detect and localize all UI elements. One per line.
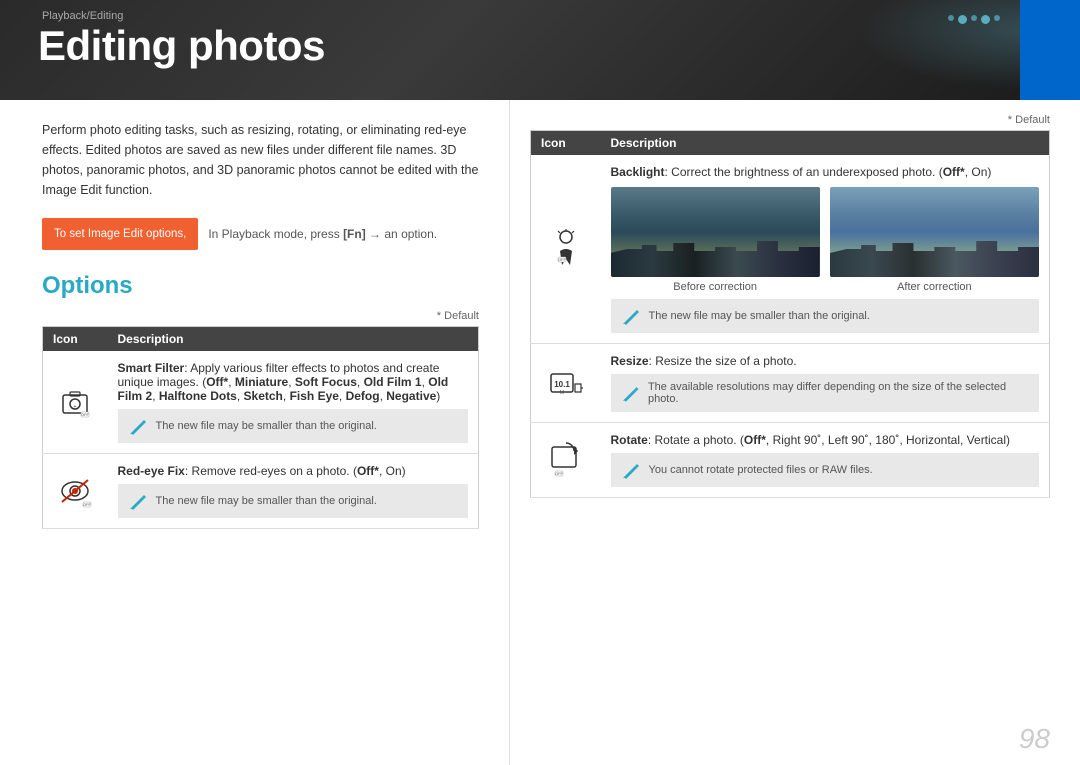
right-col-desc: Description xyxy=(601,131,1050,156)
options-table: Icon Description + xyxy=(42,326,479,529)
resize-icon: 10.1 M xyxy=(541,364,591,402)
rotate-icon-cell: OFF xyxy=(531,423,601,498)
after-caption: After correction xyxy=(897,281,972,293)
backlight-note: The new file may be smaller than the ori… xyxy=(611,299,1040,333)
redeye-off: Off* xyxy=(357,464,379,478)
backlight-note-text: The new file may be smaller than the ori… xyxy=(649,310,870,322)
rotate-note-text: You cannot rotate protected files or RAW… xyxy=(649,464,873,476)
right-table: Icon Description xyxy=(530,130,1050,498)
page-title: Editing photos xyxy=(38,22,325,70)
redeye-desc: Red-eye Fix: Remove red-eyes on a photo.… xyxy=(108,454,479,529)
tip-instruction: In Playback mode, press [Fn] → an option… xyxy=(208,227,479,241)
left-column: Perform photo editing tasks, such as res… xyxy=(0,100,510,765)
table-row: OFF Backlight: Correct the brightness of… xyxy=(531,155,1050,344)
dot-5 xyxy=(994,15,1000,21)
tip-box[interactable]: To set Image Edit options, xyxy=(42,218,198,250)
options-default-note: * Default xyxy=(42,310,479,322)
resize-desc: Resize: Resize the size of a photo. The … xyxy=(601,344,1050,423)
redeye-icon-cell: OFF xyxy=(43,454,108,529)
backlight-label: Backlight xyxy=(611,165,665,179)
note-pen-icon xyxy=(128,416,148,436)
smart-filter-note: The new file may be smaller than the ori… xyxy=(118,409,469,443)
rotate-off: Off* xyxy=(744,433,766,447)
rotate-desc: Rotate: Rotate a photo. (Off*, Right 90˚… xyxy=(601,423,1050,498)
note-pen-icon-4 xyxy=(621,383,640,403)
right-column: * Default Icon Description xyxy=(510,100,1080,765)
smart-filter-icon: + OFF xyxy=(53,386,98,418)
right-default-note: * Default xyxy=(530,114,1050,126)
resize-icon-cell: 10.1 M xyxy=(531,344,601,423)
options-col-desc: Description xyxy=(108,327,479,352)
smart-filter-icon-cell: + OFF xyxy=(43,351,108,454)
options-col-icon: Icon xyxy=(43,327,108,352)
note-pen-icon-2 xyxy=(128,491,148,511)
resize-label: Resize xyxy=(611,354,649,368)
backlight-icon: OFF xyxy=(541,229,591,269)
page-number: 98 xyxy=(1019,723,1050,755)
tip-row: To set Image Edit options, In Playback m… xyxy=(42,218,479,250)
svg-text:OFF: OFF xyxy=(558,257,567,262)
note-pen-icon-3 xyxy=(621,306,641,326)
redeye-label: Red-eye Fix xyxy=(118,464,185,478)
dot-3 xyxy=(971,15,977,21)
svg-text:OFF: OFF xyxy=(555,471,564,476)
resize-note: The available resolutions may differ dep… xyxy=(611,374,1040,412)
backlight-icon-cell: OFF xyxy=(531,155,601,344)
header-bar: Playback/Editing Editing photos xyxy=(0,0,1080,100)
before-caption: Before correction xyxy=(673,281,757,293)
svg-text:OFF: OFF xyxy=(81,412,90,417)
svg-text:10.1: 10.1 xyxy=(554,380,570,389)
resize-note-text: The available resolutions may differ dep… xyxy=(648,381,1029,405)
main-content: Perform photo editing tasks, such as res… xyxy=(0,100,1080,765)
breadcrumb: Playback/Editing xyxy=(42,10,123,22)
after-photo-box: After correction xyxy=(830,187,1039,293)
backlight-desc: Backlight: Correct the brightness of an … xyxy=(601,155,1050,344)
intro-text: Perform photo editing tasks, such as res… xyxy=(42,120,479,200)
smart-filter-label: Smart Filter xyxy=(118,361,185,375)
before-photo-box: Before correction xyxy=(611,187,820,293)
svg-text:OFF: OFF xyxy=(83,502,92,507)
photo-comparison: Before correction After correction xyxy=(611,187,1040,293)
right-col-icon: Icon xyxy=(531,131,601,156)
dot-1 xyxy=(948,15,954,21)
dot-4 xyxy=(981,15,990,24)
rotate-note: You cannot rotate protected files or RAW… xyxy=(611,453,1040,487)
table-row: OFF Red-eye Fix: Remove red-eyes on a ph… xyxy=(43,454,479,529)
after-photo xyxy=(830,187,1039,277)
decorative-dots xyxy=(948,15,1000,24)
dot-2 xyxy=(958,15,967,24)
rotate-label: Rotate xyxy=(611,433,648,447)
rotate-icon: OFF xyxy=(541,439,591,481)
table-row: 10.1 M Resize: Resize the size of a phot… xyxy=(531,344,1050,423)
smart-filter-off: Off* xyxy=(206,375,228,389)
before-photo xyxy=(611,187,820,277)
redeye-icon: OFF xyxy=(53,474,98,508)
smart-filter-desc: Smart Filter: Apply various filter effec… xyxy=(108,351,479,454)
smart-filter-note-text: The new file may be smaller than the ori… xyxy=(156,420,377,432)
svg-text:+: + xyxy=(74,404,77,410)
note-pen-icon-5 xyxy=(621,460,641,480)
redeye-note-text: The new file may be smaller than the ori… xyxy=(156,495,377,507)
redeye-note: The new file may be smaller than the ori… xyxy=(118,484,469,518)
table-row: OFF Rotate: Rotate a photo. (Off*, Right… xyxy=(531,423,1050,498)
table-row: + OFF Smart Filter: Apply various filter… xyxy=(43,351,479,454)
svg-text:M: M xyxy=(560,390,564,396)
options-section-title: Options xyxy=(42,272,479,300)
backlight-off: Off* xyxy=(943,165,965,179)
